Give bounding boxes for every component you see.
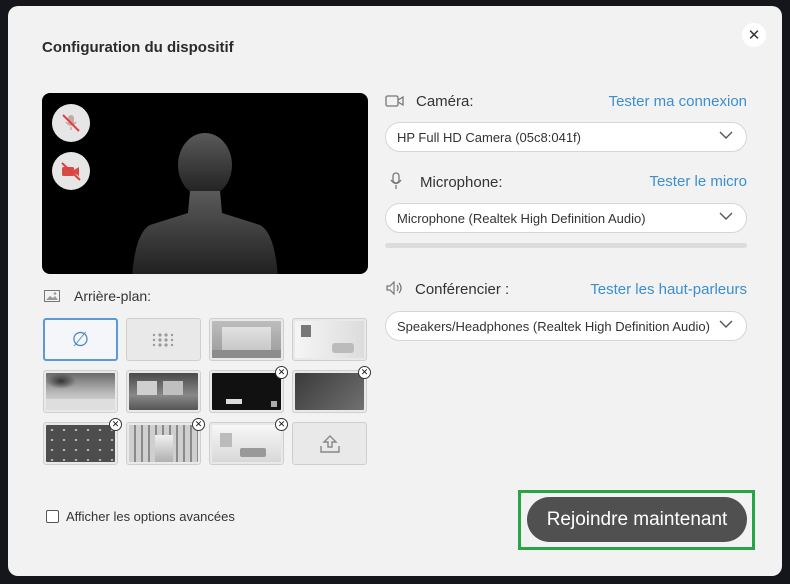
mic-muted-button[interactable] [52, 104, 90, 142]
camera-off-button[interactable] [52, 152, 90, 190]
background-library-option[interactable]: ✕ [126, 418, 205, 465]
speaker-select-value: Speakers/Headphones (Realtek High Defini… [397, 318, 710, 334]
library-image [129, 425, 198, 462]
background-beach-option[interactable] [43, 370, 118, 413]
dialog-title: Configuration du dispositif [42, 39, 234, 56]
chevron-down-icon [719, 131, 733, 139]
microphone-select-value: Microphone (Realtek High Definition Audi… [397, 210, 646, 226]
speaker-select[interactable]: Speakers/Headphones (Realtek High Defini… [385, 311, 747, 341]
advanced-options-label: Afficher les options avancées [66, 509, 235, 524]
upload-icon [319, 434, 340, 453]
camera-off-icon [61, 162, 81, 181]
background-grey-pattern-option[interactable]: ✕ [292, 366, 371, 413]
camera-icon [385, 95, 404, 107]
test-speakers-link[interactable]: Tester les haut-parleurs [590, 281, 747, 298]
remove-background-button[interactable]: ✕ [192, 418, 205, 431]
white-living-room-image [212, 425, 281, 462]
advanced-options-checkbox[interactable] [46, 510, 59, 523]
background-none-option[interactable]: ∅ [43, 318, 118, 361]
mic-off-icon [62, 114, 80, 132]
upload-background-button[interactable] [292, 422, 367, 465]
white-office-image [295, 321, 364, 358]
microphone-label: Microphone: [420, 174, 503, 191]
background-white-living-room-option[interactable]: ✕ [209, 418, 288, 465]
remove-background-button[interactable]: ✕ [358, 366, 371, 379]
logo-pattern-image [46, 425, 115, 462]
no-background-icon: ∅ [71, 329, 90, 351]
person-silhouette-icon [132, 133, 278, 274]
background-label-row: Arrière-plan: [44, 288, 151, 304]
microphone-select[interactable]: Microphone (Realtek High Definition Audi… [385, 203, 747, 233]
remove-background-button[interactable]: ✕ [275, 418, 288, 431]
close-icon: ✕ [747, 27, 761, 44]
background-window-option[interactable] [126, 370, 201, 413]
mic-level-meter [385, 243, 747, 248]
background-empty-room-option[interactable] [209, 318, 284, 361]
background-label: Arrière-plan: [74, 288, 152, 304]
background-white-office-option[interactable] [292, 318, 367, 361]
test-connection-link[interactable]: Tester ma connexion [609, 93, 747, 110]
blur-icon [152, 332, 173, 347]
chevron-down-icon [719, 320, 733, 328]
background-thumbnails: ∅ ✕ ✕ ✕ ✕ ✕ [43, 318, 371, 465]
remove-background-button[interactable]: ✕ [109, 418, 122, 431]
device-setup-dialog: Configuration du dispositif ✕ Arrière-pl… [8, 6, 782, 576]
background-dark-branded-option[interactable]: ✕ [209, 366, 288, 413]
camera-select[interactable]: HP Full HD Camera (05c8:041f) [385, 122, 747, 152]
close-button[interactable]: ✕ [742, 23, 766, 47]
beach-palms-image [46, 373, 115, 410]
grey-pattern-image [295, 373, 364, 410]
dark-branded-image [212, 373, 281, 410]
speaker-icon [386, 281, 402, 295]
advanced-options-row[interactable]: Afficher les options avancées [46, 509, 235, 524]
chevron-down-icon [719, 212, 733, 220]
image-icon [44, 290, 60, 302]
remove-background-button[interactable]: ✕ [275, 366, 288, 379]
window-view-image [129, 373, 198, 410]
microphone-icon [390, 172, 402, 189]
join-now-button[interactable]: Rejoindre maintenant [527, 497, 747, 542]
background-blur-option[interactable] [126, 318, 201, 361]
video-preview [42, 93, 368, 274]
test-mic-link[interactable]: Tester le micro [649, 173, 747, 190]
camera-label: Caméra: [416, 93, 474, 110]
speaker-label: Conférencier : [415, 281, 510, 298]
camera-select-value: HP Full HD Camera (05c8:041f) [397, 129, 581, 145]
empty-room-image [212, 321, 281, 358]
background-logo-pattern-option[interactable]: ✕ [43, 418, 122, 465]
